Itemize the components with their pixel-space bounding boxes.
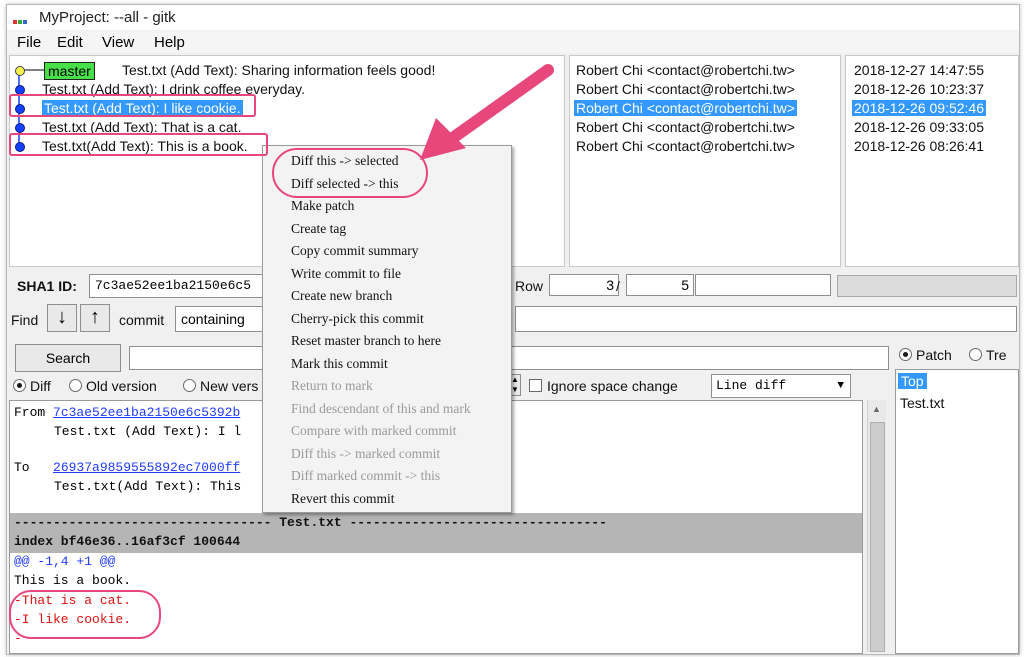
row-current-field[interactable]: 3 xyxy=(549,274,619,296)
author-cell-selected[interactable]: Robert Chi <contact@robertchi.tw> xyxy=(574,100,797,116)
find-text-input[interactable] xyxy=(515,306,1017,332)
new-version-label: New vers xyxy=(200,378,259,394)
menu-bar: File Edit View Help xyxy=(7,31,1019,53)
annotation-box-selected-commit xyxy=(9,94,256,117)
old-version-label: Old version xyxy=(86,378,157,394)
find-label: Find xyxy=(11,312,39,328)
annotation-ellipse-removed-lines xyxy=(9,590,161,639)
ignore-space-label: Ignore space change xyxy=(547,378,678,394)
title-bar: MyProject: --all - gitk xyxy=(7,5,1019,30)
context-menu-item: Find descendant of this and mark xyxy=(291,400,471,416)
diff-from-line: From 7c3ae52ee1ba2150e6c5392b xyxy=(14,405,240,420)
file-item-top[interactable]: Top xyxy=(898,373,927,389)
context-menu-item[interactable]: Write commit to file xyxy=(291,266,401,282)
arrow-down-icon: ↓ xyxy=(57,306,67,328)
new-version-radio[interactable]: New vers xyxy=(183,378,258,394)
patch-radio[interactable]: Patch xyxy=(899,347,952,363)
context-menu-item[interactable]: Cherry-pick this commit xyxy=(291,311,424,327)
diff-mode-select[interactable]: Line diff ▼ xyxy=(711,374,851,398)
spinner-arrows-icon: ▲ ▼ xyxy=(511,375,519,394)
context-line: This is a book. xyxy=(14,573,132,588)
from-sha-link[interactable]: 7c3ae52ee1ba2150e6c5392b xyxy=(53,405,240,420)
commit-context-menu: Diff this -> selected Diff selected -> th… xyxy=(262,145,512,513)
file-list-pane[interactable]: Top Test.txt xyxy=(895,369,1019,654)
row-separator: / xyxy=(616,278,620,294)
diff-radio-label: Diff xyxy=(30,378,51,394)
date-cell[interactable]: 2018-12-27 14:47:55 xyxy=(854,62,984,78)
context-menu-item[interactable]: Create tag xyxy=(291,221,346,237)
date-pane[interactable]: 2018-12-27 14:47:55 2018-12-26 10:23:37 … xyxy=(845,55,1019,267)
branch-tag-master[interactable]: master xyxy=(44,62,95,80)
to-subject: Test.txt(Add Text): This xyxy=(54,479,242,494)
to-label: To xyxy=(14,460,30,475)
progress-bar xyxy=(837,275,1017,297)
patch-radio-label: Patch xyxy=(916,347,952,363)
old-version-radio[interactable]: Old version xyxy=(69,378,157,394)
date-cell[interactable]: 2018-12-26 08:26:41 xyxy=(854,138,984,154)
context-menu-item: Compare with marked commit xyxy=(291,423,457,438)
annotation-box-target-commit xyxy=(9,133,268,156)
context-menu-item[interactable]: Revert this commit xyxy=(291,491,395,507)
find-prev-up-button[interactable]: ↑ xyxy=(80,304,110,332)
arrow-up-icon: ↑ xyxy=(90,306,100,328)
from-subject: Test.txt (Add Text): I l xyxy=(54,424,242,439)
menu-edit[interactable]: Edit xyxy=(57,34,83,51)
diff-radio[interactable]: Diff xyxy=(13,378,51,394)
context-menu-item[interactable]: Mark this commit xyxy=(291,356,388,372)
to-sha-link[interactable]: 26937a9859555892ec7000ff xyxy=(53,460,240,475)
menu-view[interactable]: View xyxy=(102,34,134,51)
from-label: From xyxy=(14,405,46,420)
context-menu-item[interactable]: Copy commit summary xyxy=(291,243,419,259)
diff-scrollbar[interactable]: ▲ xyxy=(867,400,886,652)
context-menu-item: Diff this -> marked commit xyxy=(291,445,441,461)
sha1-field[interactable]: 7c3ae52ee1ba2150e6c5 xyxy=(89,274,276,298)
file-header: --------------------------------- Test.t… xyxy=(14,515,607,530)
commit-row[interactable]: Test.txt (Add Text): Sharing information… xyxy=(122,62,435,78)
context-menu-item: Return to mark xyxy=(291,378,373,393)
author-cell[interactable]: Robert Chi <contact@robertchi.tw> xyxy=(576,119,795,135)
file-item[interactable]: Test.txt xyxy=(900,395,944,411)
progress-field xyxy=(695,274,831,296)
tree-radio[interactable]: Tre xyxy=(969,347,1006,363)
gitk-app-icon xyxy=(13,11,29,24)
tree-radio-label: Tre xyxy=(986,347,1007,363)
context-menu-item[interactable]: Make patch xyxy=(291,198,354,214)
scroll-up-icon[interactable]: ▲ xyxy=(872,404,881,414)
diff-mode-value: Line diff xyxy=(716,378,787,393)
hunk-header: @@ -1,4 +1 @@ xyxy=(14,554,116,569)
commit-dot[interactable] xyxy=(15,123,25,133)
author-cell[interactable]: Robert Chi <contact@robertchi.tw> xyxy=(576,62,795,78)
sha1-label: SHA1 ID: xyxy=(17,278,77,294)
find-type-label: commit xyxy=(119,312,165,328)
row-total-field: 5 xyxy=(626,274,694,296)
author-pane[interactable]: Robert Chi <contact@robertchi.tw> Robert… xyxy=(569,55,841,267)
context-menu-item: Diff marked commit -> this xyxy=(291,468,441,483)
search-button[interactable]: Search xyxy=(15,344,121,372)
row-label: Row xyxy=(515,278,544,294)
author-cell[interactable]: Robert Chi <contact@robertchi.tw> xyxy=(576,138,795,154)
index-line: index bf46e36..16af3cf 100644 xyxy=(14,534,241,549)
context-menu-item[interactable]: Reset master branch to here xyxy=(291,333,441,349)
commit-dot-head[interactable] xyxy=(15,66,25,76)
annotation-arrow-icon xyxy=(420,64,554,160)
author-cell[interactable]: Robert Chi <contact@robertchi.tw> xyxy=(576,81,795,97)
chevron-down-icon: ▼ xyxy=(837,380,844,392)
date-cell[interactable]: 2018-12-26 10:23:37 xyxy=(854,81,984,97)
find-next-down-button[interactable]: ↓ xyxy=(47,304,77,332)
date-cell[interactable]: 2018-12-26 09:33:05 xyxy=(854,119,984,135)
window-title: MyProject: --all - gitk xyxy=(39,9,176,26)
scrollbar-thumb[interactable] xyxy=(870,422,885,652)
ignore-space-checkbox[interactable]: Ignore space change xyxy=(529,378,678,394)
date-cell-selected[interactable]: 2018-12-26 09:52:46 xyxy=(852,100,986,116)
menu-file[interactable]: File xyxy=(17,34,41,51)
context-menu-item[interactable]: Create new branch xyxy=(291,288,392,304)
diff-to-line: To 26937a9859555892ec7000ff xyxy=(14,460,240,475)
menu-help[interactable]: Help xyxy=(154,34,185,51)
